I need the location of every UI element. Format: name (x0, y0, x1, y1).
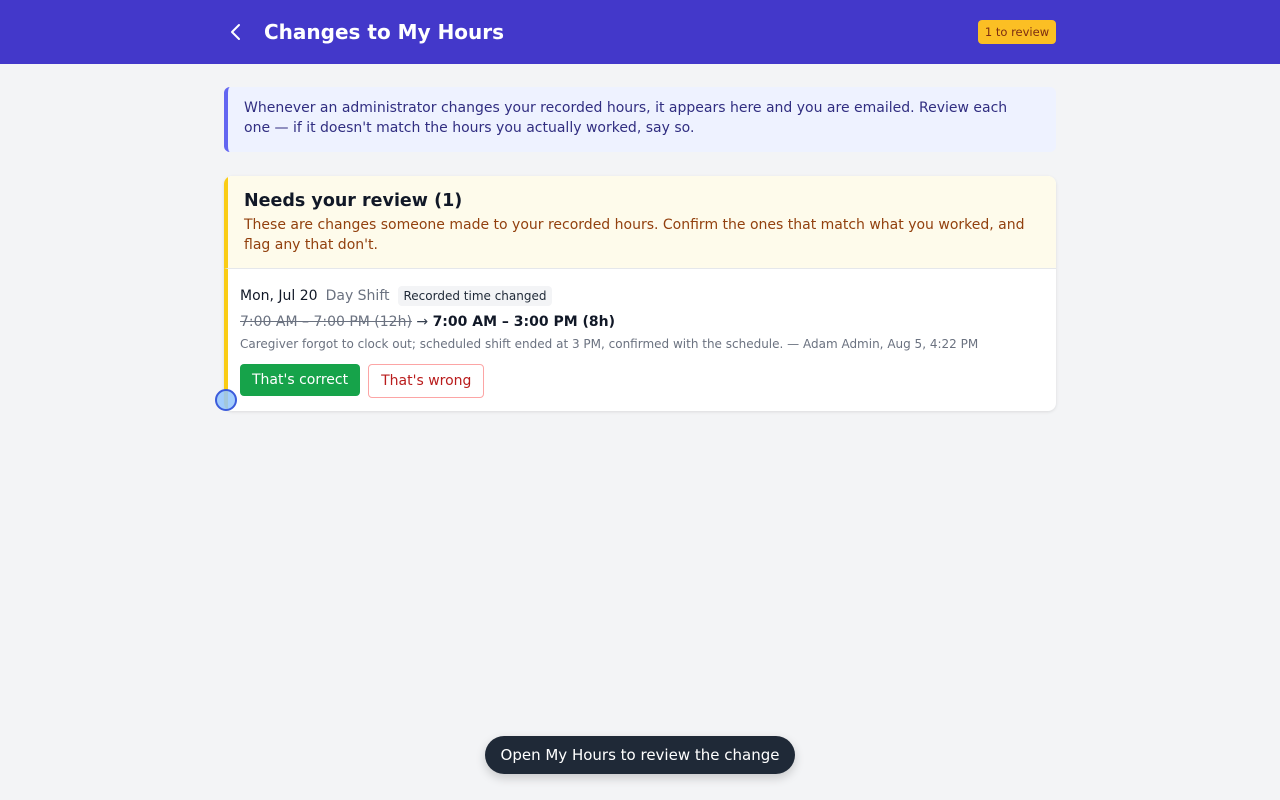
toast-message[interactable]: Open My Hours to review the change (485, 736, 795, 774)
review-card-header: Needs your review (1) These are changes … (224, 176, 1056, 269)
change-date: Mon, Jul 20 (240, 288, 318, 304)
flag-wrong-button[interactable]: That's wrong (368, 364, 485, 398)
review-card: Needs your review (1) These are changes … (224, 176, 1056, 411)
time-change-line: 7:00 AM – 7:00 PM (12h) → 7:00 AM – 3:00… (240, 311, 1044, 333)
change-note: Caregiver forgot to clock out; scheduled… (240, 337, 979, 351)
confirm-correct-button[interactable]: That's correct (240, 364, 361, 396)
change-type-tag: Recorded time changed (397, 286, 553, 306)
info-notice: Whenever an administrator changes your r… (224, 87, 1056, 152)
change-item-header: Mon, Jul 20 Day Shift Recorded time chan… (240, 285, 1044, 307)
back-button[interactable] (222, 18, 250, 46)
review-section-description: These are changes someone made to your r… (244, 217, 1025, 253)
info-notice-text: Whenever an administrator changes your r… (244, 100, 1008, 136)
new-time: 7:00 AM – 3:00 PM (8h) (432, 314, 616, 330)
review-count-badge: 1 to review (978, 20, 1056, 44)
change-actions: That's correct That's wrong (240, 364, 1044, 398)
chevron-left-icon (231, 24, 240, 40)
cursor-indicator (215, 389, 237, 411)
change-shift: Day Shift (325, 288, 390, 304)
change-item: Mon, Jul 20 Day Shift Recorded time chan… (224, 269, 1056, 411)
top-app-bar: Changes to My Hours 1 to review (0, 0, 1280, 64)
page-title: Changes to My Hours (264, 20, 505, 44)
old-time: 7:00 AM – 7:00 PM (12h) (240, 314, 412, 330)
arrow-icon: → (416, 314, 429, 330)
review-section-title: Needs your review (1) (244, 191, 463, 211)
